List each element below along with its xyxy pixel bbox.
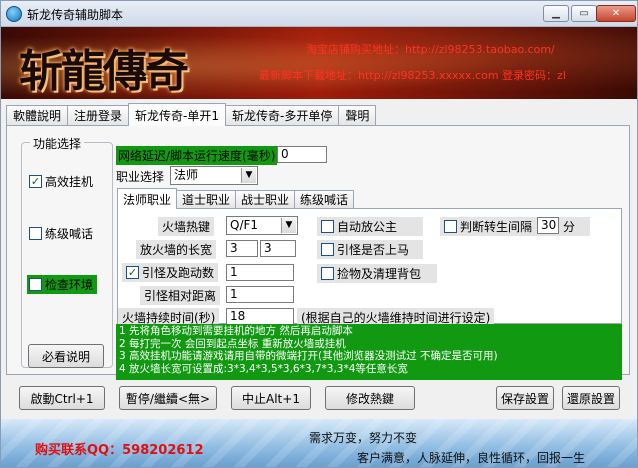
checkbox-level-shout[interactable]: 练级喊话 [29,225,93,242]
checkbox-box[interactable] [29,227,42,240]
checkbox-box[interactable] [444,220,457,233]
checkbox-box[interactable] [321,267,334,280]
close-button[interactable]: ✕ [596,5,636,22]
rebirth-interval-input[interactable]: 30 [537,217,559,234]
banner: 斩龍傳奇 淘宝店铺购买地址：http://zl98253.taobao.com/… [1,27,637,99]
instruction-line: 4 放火墙长宽可设置成:3*3,4*3,5*3,6*3,7*3,3*4等任意长宽 [119,362,408,375]
firewall-height-input[interactable]: 3 [260,240,296,257]
main-tabs: 軟體說明 注册登录 斩龙传奇-单开1 斩龙传奇-多开单停 聲明 [6,103,377,126]
checkbox-box[interactable] [321,220,334,233]
chevron-down-icon[interactable]: ▼ [281,218,296,233]
modify-hotkey-button[interactable]: 修改熱鍵 [325,386,415,410]
firewall-hotkey-label: 火墙热键 [158,217,215,236]
footer-slogan-2: 客户满意，人脉延伸，良性循环，回报一生 [357,451,586,465]
must-read-button[interactable]: 必看说明 [28,344,104,368]
game-logo: 斩龍傳奇 [19,46,189,97]
purchase-qq: 购买联系QQ：598202612 [35,443,204,458]
maximize-icon: ▭ [579,8,589,19]
subtab-warrior[interactable]: 战士职业 [235,190,296,208]
checkbox-efficient-afk[interactable]: ✓ 高效挂机 [29,173,93,190]
function-group: 功能选择 ✓ 高效挂机 练级喊话 检查环境 必看说明 [21,135,113,368]
app-icon [6,6,22,22]
maximize-button[interactable]: ▭ [571,5,597,22]
close-icon: ✕ [611,8,621,19]
job-select[interactable]: 法师 ▼ [170,166,258,185]
tab-register-login[interactable]: 注册登录 [67,105,130,125]
banner-shop-link: 淘宝店铺购买地址：http://zl98253.taobao.com/ [306,43,555,56]
checkbox-box[interactable]: ✓ [126,266,139,279]
subtab-level-shout[interactable]: 练级喊话 [294,190,355,208]
mage-settings-panel: 火墙热键 Q/F1 ▼ 放火墙的长宽 3 3 ✓ 引怪及跑动数 1 引怪相对距离… [117,208,622,327]
checkbox-label: 引怪及跑动数 [142,266,215,280]
checkbox-lure-mount[interactable]: 引怪是否上马 [317,240,423,259]
job-select-label: 职业选择 [116,170,165,184]
firewall-size-label: 放火墙的长宽 [136,240,217,259]
firewall-width-input[interactable]: 3 [226,240,258,257]
checkbox-box[interactable]: ✓ [29,175,42,188]
tab-single-open[interactable]: 斩龙传奇-单开1 [128,103,226,126]
app-window: 斩龙传奇辅助脚本 ▁ ▭ ✕ 斩龍傳奇 淘宝店铺购买地址：http://zl98… [0,0,638,468]
job-subtabs: 法师职业 道士职业 战士职业 练级喊话 [117,188,355,209]
checkbox-pickup-clean[interactable]: 捡物及清理背包 [317,264,437,283]
checkbox-auto-summon[interactable]: 自动放公主 [317,217,423,236]
checkbox-label: 判断转生间隔 [460,220,533,234]
lure-distance-label: 引怪相对距离 [140,286,221,305]
footer-banner: 购买联系QQ：598202612 需求万变，努力不变 客户满意，人脉延伸，良性循… [1,419,637,467]
rebirth-interval-unit: 分 [563,220,576,234]
firewall-time-input[interactable]: 18 [226,308,294,325]
title-bar[interactable]: 斩龙传奇辅助脚本 ▁ ▭ ✕ [1,1,637,27]
lure-run-input[interactable]: 1 [226,264,294,281]
checkbox-label: 练级喊话 [45,227,94,241]
checkbox-box[interactable] [29,278,42,291]
tab-multi-open[interactable]: 斩龙传奇-多开单停 [225,105,340,125]
checkbox-label: 自动放公主 [337,220,398,234]
tab-panel: 功能选择 ✓ 高效挂机 练级喊话 检查环境 必看说明 网络延迟/脚本运行速度(毫… [6,125,630,380]
function-group-title: 功能选择 [30,135,85,152]
checkbox-label: 引怪是否上马 [337,243,410,257]
lure-distance-input[interactable]: 1 [226,286,294,303]
instruction-line: 3 高效挂机功能请游戏请用自带的微端打开(其他浏览器没测试过 不确定是否可用) [119,350,498,362]
job-select-value: 法师 [174,168,199,182]
checkbox-label: 检查环境 [45,278,94,292]
subtab-taoist[interactable]: 道士职业 [176,190,237,208]
subtab-mage[interactable]: 法师职业 [117,188,178,209]
network-delay-input[interactable]: 0 [277,146,327,163]
firewall-hotkey-value: Q/F1 [230,218,259,232]
window-title: 斩龙传奇辅助脚本 [27,8,124,22]
chevron-down-icon[interactable]: ▼ [241,168,256,183]
instructions-box: 1 先将角色移动到需要挂机的地方 然后再启动脚本 2 每打完一次 会回到起点坐标… [116,324,622,380]
checkbox-check-env[interactable]: 检查环境 [27,275,98,294]
instruction-line: 1 先将角色移动到需要挂机的地方 然后再启动脚本 [119,325,353,337]
start-button[interactable]: 啟動Ctrl+1 [19,386,105,410]
stop-button[interactable]: 中止Alt+1 [231,386,311,410]
checkbox-lure-run[interactable]: ✓ 引怪及跑动数 [122,263,219,282]
restore-settings-button[interactable]: 還原設置 [562,386,620,410]
tab-statement[interactable]: 聲明 [338,105,377,125]
banner-download-link: 最新脚本下载地址：http://zl98253.xxxxx.com 登录密码：z… [259,69,566,82]
save-settings-button[interactable]: 保存設置 [496,386,554,410]
minimize-icon: ▁ [552,8,560,19]
checkbox-label: 高效挂机 [45,175,94,189]
tab-software-info[interactable]: 軟體說明 [6,105,69,125]
checkbox-label: 捡物及清理背包 [337,267,422,281]
network-delay-label: 网络延迟/脚本运行速度(毫秒) [116,146,278,165]
minimize-button[interactable]: ▁ [543,5,569,22]
footer-slogan: 需求万变，努力不变 [309,431,418,445]
checkbox-box[interactable] [321,243,334,256]
firewall-hotkey-select[interactable]: Q/F1 ▼ [226,216,298,235]
pause-button[interactable]: 暫停/繼續<無> [119,386,217,410]
instruction-line: 2 每打完一次 会回到起点坐标 重新放火墙或挂机 [119,337,346,350]
